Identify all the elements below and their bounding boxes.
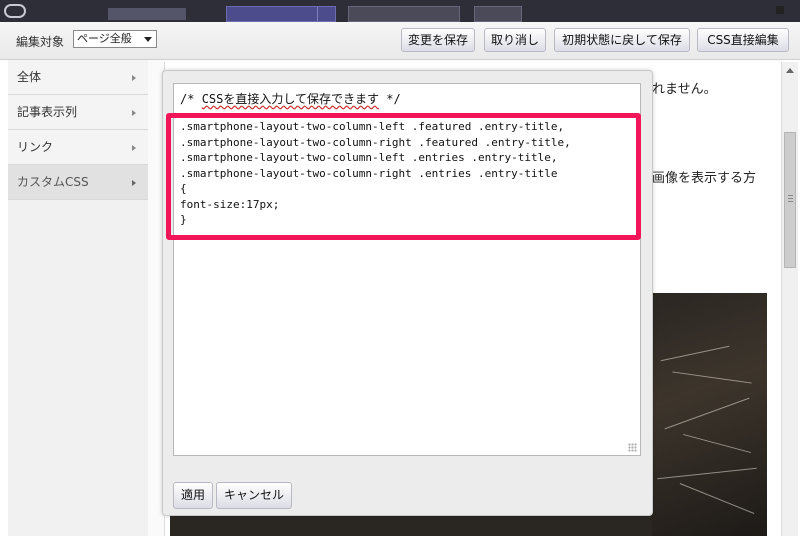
edit-target-label: 編集対象	[16, 35, 65, 49]
reset-and-save-button[interactable]: 初期状態に戻して保存	[554, 28, 690, 52]
apply-button[interactable]: 適用	[173, 482, 213, 509]
app-logo	[4, 2, 104, 18]
scroll-up-icon[interactable]	[786, 68, 794, 73]
sidebar-item-article-column[interactable]: 記事表示列	[8, 95, 148, 130]
css-comment: /* CSSを直接入力して保存できます */	[180, 92, 401, 106]
sidebar-item-label: 全体	[17, 70, 42, 84]
highlight-annotation-box	[166, 113, 641, 240]
chevron-down-icon[interactable]	[317, 7, 335, 21]
corner-mark	[776, 6, 784, 14]
chevron-down-icon	[144, 37, 152, 42]
sidebar-item-label: カスタムCSS	[17, 175, 89, 189]
css-direct-edit-button[interactable]: CSS直接編集	[697, 28, 789, 52]
design-toolbar: 編集対象 ページ全般 変更を保存 取り消し 初期状態に戻して保存 CSS直接編集	[0, 22, 800, 60]
sidebar-item-links[interactable]: リンク	[8, 130, 148, 165]
edit-target-select[interactable]: ページ全般	[73, 30, 157, 48]
preview-text: 画像を表示する方	[652, 171, 757, 186]
page-scrollbar[interactable]	[781, 62, 798, 536]
sidebar-item-label: 記事表示列	[17, 105, 78, 119]
scrollbar-thumb[interactable]	[784, 132, 796, 268]
sidebar-item-custom-css[interactable]: カスタムCSS	[8, 165, 158, 200]
edit-target-value: ページ全般	[77, 32, 132, 45]
sidebar-item-overall[interactable]: 全体	[8, 60, 148, 95]
external-link-button[interactable]	[474, 6, 522, 22]
top-navigation-bar	[0, 0, 800, 22]
write-article-button[interactable]	[226, 6, 336, 22]
chevron-right-icon	[132, 145, 136, 151]
blog-manage-button[interactable]	[348, 6, 460, 22]
undo-button[interactable]: 取り消し	[484, 28, 546, 52]
cloud-logo-icon	[4, 4, 26, 18]
cancel-button[interactable]: キャンセル	[216, 482, 292, 509]
preview-cat-image	[652, 293, 767, 536]
chevron-right-icon	[132, 180, 136, 186]
blog-tag	[108, 8, 186, 20]
preview-text: れません。	[652, 82, 717, 97]
sidebar-item-label: リンク	[17, 140, 54, 154]
chevron-right-icon	[132, 75, 136, 81]
settings-sidebar: 全体 記事表示列 リンク カスタムCSS	[8, 60, 158, 536]
resize-handle[interactable]	[628, 443, 637, 452]
save-changes-button[interactable]: 変更を保存	[401, 28, 475, 52]
chevron-right-icon	[132, 110, 136, 116]
